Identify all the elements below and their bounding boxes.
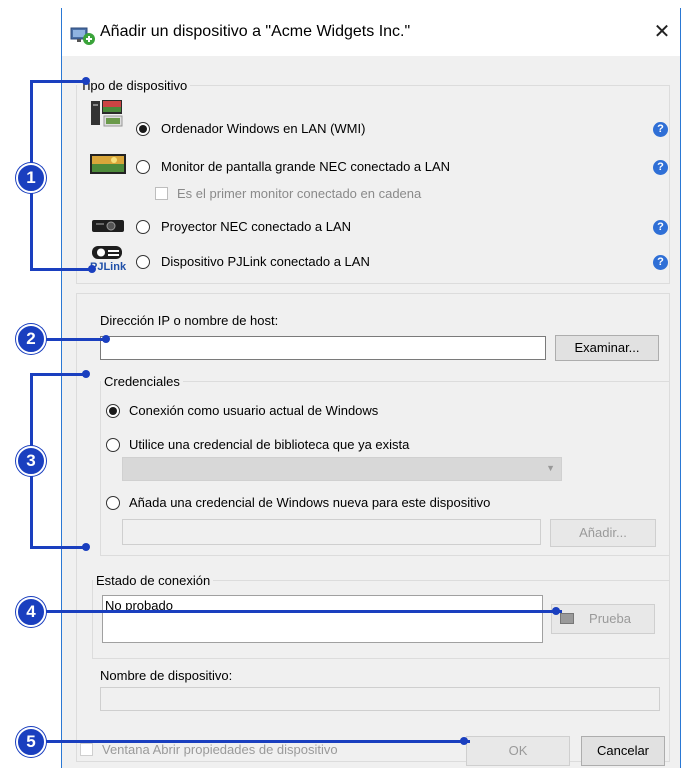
help-icon[interactable]: ? <box>653 160 668 175</box>
credential-current-user-label: Conexión como usuario actual de Windows <box>129 403 379 418</box>
callout-3-dot-top <box>82 370 90 378</box>
connection-status-box: No probado <box>102 595 543 643</box>
chevron-down-icon: ▼ <box>546 463 555 473</box>
title-bar: Añadir un dispositivo a "Acme Widgets In… <box>62 8 680 56</box>
dialog-client-area: Tipo de dispositivo Ordenador Windows en… <box>62 56 680 768</box>
callout-1-dot-bottom <box>88 265 96 273</box>
callout-5-dot <box>460 737 468 745</box>
callout-5-badge: 5 <box>16 727 46 757</box>
credential-new-label: Añada una credencial de Windows nueva pa… <box>129 495 491 510</box>
add-device-dialog: Añadir un dispositivo a "Acme Widgets In… <box>61 8 681 768</box>
library-credential-select[interactable]: ▼ <box>122 457 562 481</box>
device-option-pjlink-radio[interactable] <box>136 255 150 269</box>
test-network-icon <box>560 613 574 624</box>
new-credential-field[interactable] <box>122 519 541 545</box>
device-option-projector-radio[interactable] <box>136 220 150 234</box>
callout-4-badge: 4 <box>16 597 46 627</box>
connection-status-legend: Estado de conexión <box>96 573 211 588</box>
callout-3-line-top <box>30 373 86 376</box>
windows-computer-icon <box>90 98 124 131</box>
callout-1-line-top <box>30 80 86 83</box>
device-option-projector-label: Proyector NEC conectado a LAN <box>161 219 352 234</box>
daisy-chain-checkbox[interactable] <box>155 187 168 200</box>
ok-button[interactable]: OK <box>466 736 570 766</box>
test-button[interactable]: Prueba <box>551 604 655 634</box>
device-name-label: Nombre de dispositivo: <box>100 668 233 683</box>
device-option-windows-label: Ordenador Windows en LAN (WMI) <box>161 121 366 136</box>
help-icon[interactable]: ? <box>653 220 668 235</box>
projector-icon <box>90 216 126 239</box>
device-type-legend: Tipo de dispositivo <box>80 78 188 93</box>
host-input[interactable] <box>100 336 546 360</box>
callout-5-line <box>30 740 470 743</box>
large-display-icon <box>90 153 126 180</box>
callout-3-badge: 3 <box>16 446 46 476</box>
test-button-label: Prueba <box>589 611 631 626</box>
callout-4-dot <box>552 607 560 615</box>
help-icon[interactable]: ? <box>653 122 668 137</box>
pjlink-icon: PJLink <box>90 244 130 276</box>
help-icon[interactable]: ? <box>653 255 668 270</box>
credential-new-radio[interactable] <box>106 496 120 510</box>
device-option-monitor-radio[interactable] <box>136 160 150 174</box>
host-label: Dirección IP o nombre de host: <box>100 313 279 328</box>
cancel-button[interactable]: Cancelar <box>581 736 665 766</box>
callout-1-badge: 1 <box>16 163 46 193</box>
open-properties-checkbox[interactable] <box>80 743 93 756</box>
device-name-field[interactable] <box>100 687 660 711</box>
credential-current-user-radio[interactable] <box>106 404 120 418</box>
dialog-title: Añadir un dispositivo a "Acme Widgets In… <box>100 23 411 40</box>
add-device-icon <box>70 25 98 47</box>
credential-library-radio[interactable] <box>106 438 120 452</box>
callout-3-dot-bottom <box>82 543 90 551</box>
device-option-windows-radio[interactable] <box>136 122 150 136</box>
callout-1-dot-top <box>82 77 90 85</box>
add-credential-button[interactable]: Añadir... <box>550 519 656 547</box>
close-button[interactable]: ✕ <box>650 20 674 44</box>
callout-2-badge: 2 <box>16 324 46 354</box>
device-option-pjlink-label: Dispositivo PJLink conectado a LAN <box>161 254 370 269</box>
daisy-chain-label: Es el primer monitor conectado en cadena <box>177 186 422 201</box>
open-properties-label: Ventana Abrir propiedades de dispositivo <box>102 742 338 757</box>
callout-4-line <box>30 610 562 613</box>
device-option-monitor-label: Monitor de pantalla grande NEC conectado… <box>161 159 451 174</box>
browse-button[interactable]: Examinar... <box>555 335 659 361</box>
callout-3-line-bottom <box>30 546 86 549</box>
callout-2-dot <box>102 335 110 343</box>
callout-1-line-bottom <box>30 268 92 271</box>
credentials-legend: Credenciales <box>104 374 180 389</box>
credential-library-label: Utilice una credencial de biblioteca que… <box>129 437 410 452</box>
